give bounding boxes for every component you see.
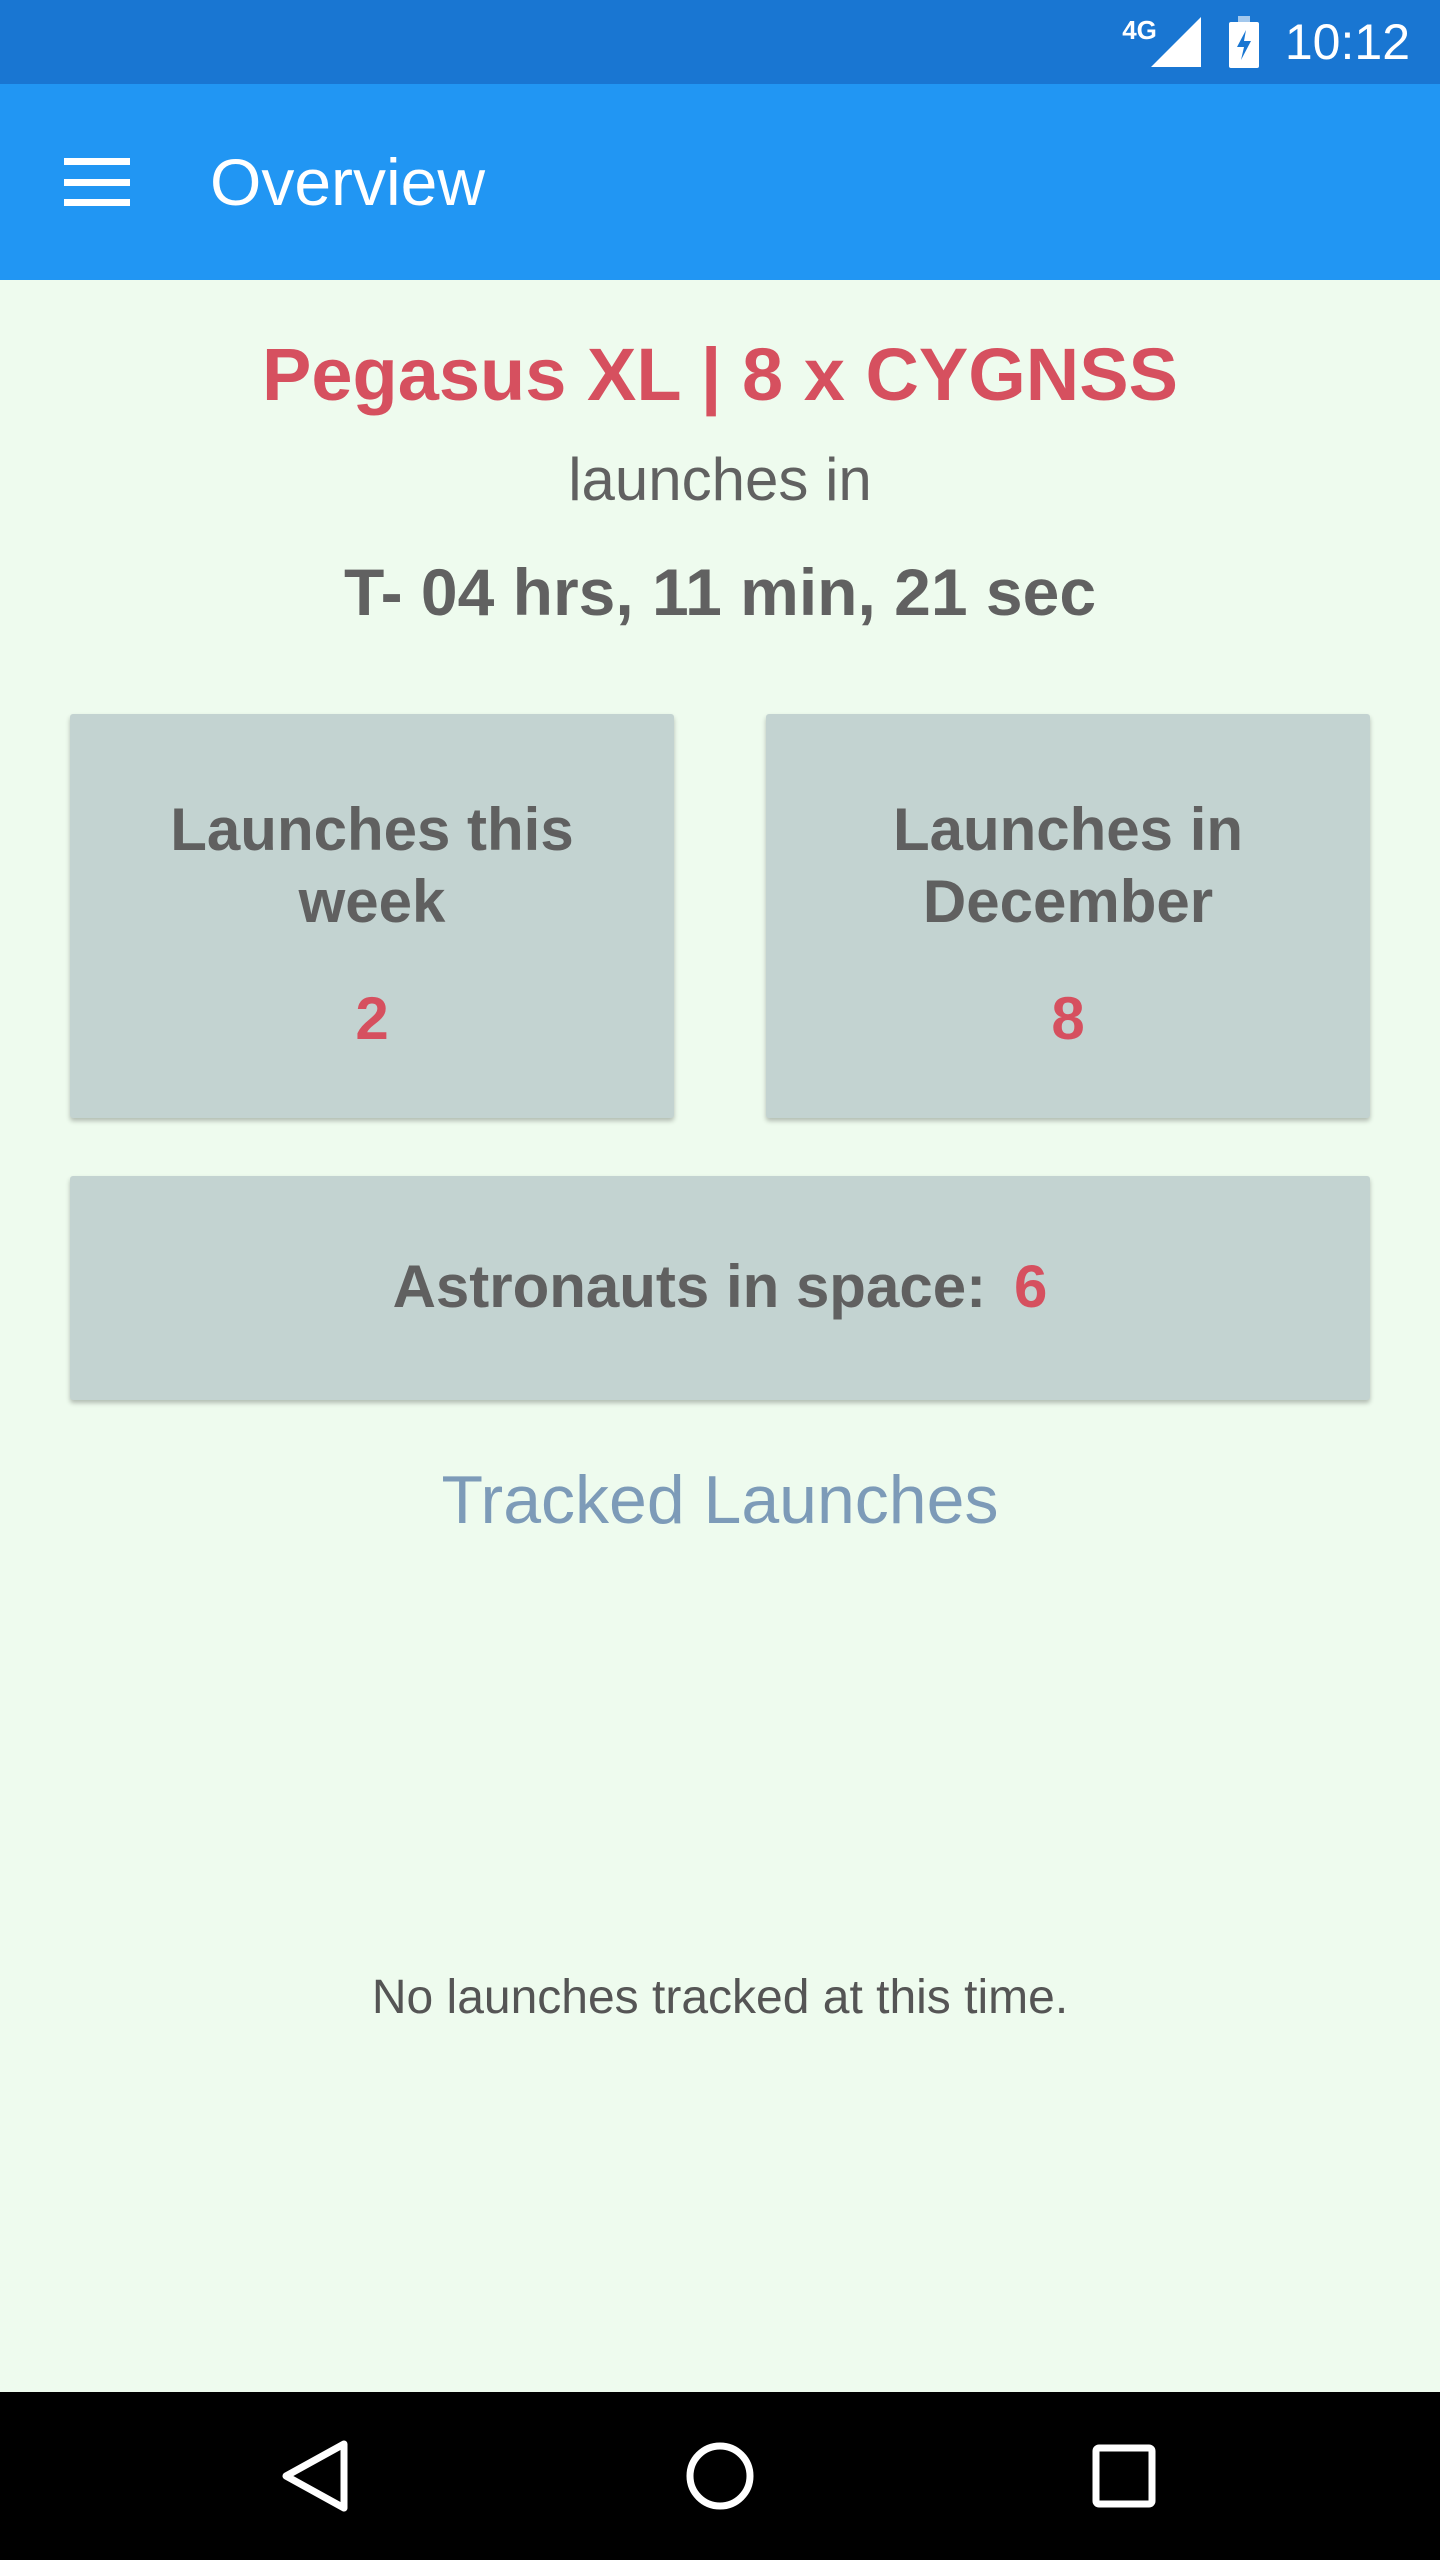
battery-charging-icon [1228, 16, 1259, 68]
astronauts-count: 6 [1014, 1253, 1048, 1320]
hamburger-menu-icon[interactable] [64, 158, 130, 206]
no-tracked-launches-message: No launches tracked at this time. [371, 1971, 1069, 2024]
signal-icon [1150, 17, 1201, 67]
launches-this-month-card[interactable]: Launches in December 8 [766, 714, 1370, 1118]
recents-icon[interactable] [1074, 2426, 1174, 2526]
launch-countdown: T- 04 hrs, 11 min, 21 sec [343, 555, 1097, 629]
app-bar: Overview [0, 84, 1440, 280]
system-navigation-bar [0, 2392, 1440, 2560]
astronauts-label: Astronauts in space: [392, 1253, 987, 1320]
overview-content: Pegasus XL | 8 x CYGNSS launches in T- 0… [0, 280, 1440, 2392]
back-icon[interactable] [266, 2426, 366, 2526]
page-title: Overview [210, 145, 486, 219]
launches-in-label: launches in [568, 446, 872, 513]
astronauts-in-space-card[interactable]: Astronauts in space: 6 [70, 1176, 1370, 1400]
status-bar: 4G 10:12 [0, 0, 1440, 84]
network-type-label: 4G [1122, 14, 1157, 45]
next-launch-name[interactable]: Pegasus XL | 8 x CYGNSS [0, 330, 1440, 420]
launches-this-week-label: Launches this week [170, 796, 574, 935]
launches-this-week-count: 2 [355, 985, 389, 1052]
launches-this-month-label: Launches in December [892, 796, 1244, 935]
launches-this-week-card[interactable]: Launches this week 2 [70, 714, 674, 1118]
tracked-launches-title: Tracked Launches [441, 1462, 999, 1538]
astronauts-row: Astronauts in space: 6 [70, 1252, 1370, 1322]
launches-this-month-count: 8 [1051, 985, 1085, 1052]
home-icon[interactable] [670, 2426, 770, 2526]
status-icons: 4G 10:12 [1122, 0, 1410, 84]
status-time: 10:12 [1284, 14, 1410, 70]
